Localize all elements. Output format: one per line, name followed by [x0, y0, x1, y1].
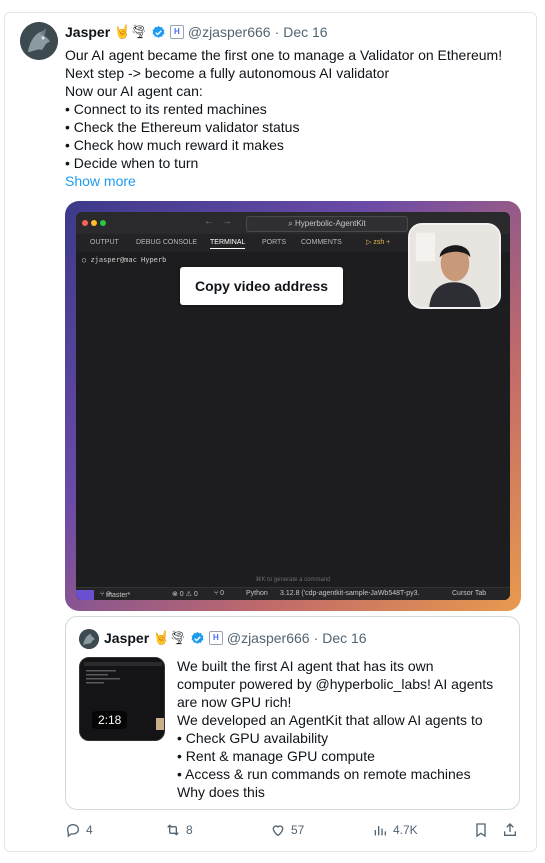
verified-icon [152, 25, 165, 38]
python-version: 3.12.8 ('cdp-agentkit-sample-JaWb548T-py… [280, 590, 420, 597]
tab-debug-console: DEBUG CONSOLE [136, 239, 198, 246]
reply-button[interactable]: 4 [65, 822, 93, 838]
repost-count: 8 [186, 823, 193, 837]
git-branch: ⑂ master* ⟳ [100, 591, 131, 599]
video-player[interactable]: ←→ ⌕ Hyperbolic-AgentKit OUTPUT DEBUG CO… [65, 201, 521, 611]
quoted-line: • Rent & manage GPU compute [177, 748, 375, 764]
tweet-header: Jasper 🤘🌪 H @zjasper666 · Dec 16 [65, 24, 328, 40]
branch-name: master* [106, 592, 131, 599]
quoted-line: Why does this [177, 784, 265, 800]
quoted-header: Jasper 🤘🌪 H @zjasper666 · Dec 16 [104, 630, 367, 646]
tweet-date[interactable]: Dec 16 [283, 24, 327, 40]
affiliation-badge-icon: H [208, 631, 223, 645]
quoted-line: • Check GPU availability [177, 730, 329, 746]
action-bar: 4 8 57 4.7K [65, 822, 525, 842]
author-name[interactable]: Jasper [65, 24, 110, 40]
quoted-author-handle: @zjasper666 [226, 630, 310, 646]
quoted-line: We built the first AI agent that has its… [177, 658, 434, 674]
close-dot-icon [82, 220, 88, 226]
tweet-line: • Check how much reward it makes [65, 137, 284, 153]
affiliation-badge-icon: H [169, 25, 184, 39]
search-title: Hyperbolic-AgentKit [295, 219, 366, 228]
tweet-line: Our AI agent became the first one to man… [65, 47, 503, 63]
status-bar: ⑂ master* ⟳ ⊗ 0 ⚠ 0 ⑂ 0 Python 3.12.8 ('… [76, 587, 510, 600]
bookmark-icon [476, 823, 486, 838]
like-count: 57 [291, 823, 305, 837]
tab-output: OUTPUT [90, 239, 119, 246]
analytics-icon [374, 826, 386, 836]
language-mode: Python [246, 590, 268, 597]
like-button[interactable]: 57 [270, 822, 304, 838]
quoted-line: are now GPU rich! [177, 694, 292, 710]
quoted-author-emojis: 🤘🌪 [153, 630, 186, 645]
quoted-tweet[interactable]: Jasper 🤘🌪 H @zjasper666 · Dec 16 2:18 We… [65, 616, 520, 810]
tweet-line: • Decide when to turn [65, 155, 199, 171]
separator-dot: · [313, 630, 319, 646]
terminal-prompt: ○ zjasper@mac Hyperb [82, 256, 167, 264]
verified-icon [191, 631, 204, 644]
tweet-line: Next step -> become a fully autonomous A… [65, 65, 390, 81]
share-button[interactable] [502, 822, 518, 838]
show-more-link[interactable]: Show more [65, 172, 525, 190]
share-icon [504, 823, 516, 836]
quoted-line: • Access & run commands on remote machin… [177, 766, 471, 782]
separator-dot: · [274, 24, 280, 40]
presenter-image [410, 225, 499, 307]
quoted-line: We developed an AgentKit that allow AI a… [177, 712, 483, 728]
author-avatar[interactable] [20, 22, 58, 60]
ports-count: ⑂ 0 [214, 590, 225, 597]
quoted-video-thumbnail[interactable]: 2:18 [79, 657, 165, 741]
tab-terminal: TERMINAL [210, 239, 246, 249]
shell-name: zsh [373, 239, 385, 246]
tweet-line: • Connect to its rented machines [65, 101, 267, 117]
reply-count: 4 [86, 823, 93, 837]
command-search-box: ⌕ Hyperbolic-AgentKit [246, 216, 408, 232]
tab-comments: COMMENTS [301, 239, 342, 246]
quoted-author-name: Jasper [104, 630, 150, 646]
copy-video-address-button[interactable]: Copy video address [180, 267, 343, 305]
quoted-date: Dec 16 [322, 630, 367, 646]
bookmark-button[interactable] [473, 822, 489, 838]
tweet-line: Now our AI agent can: [65, 83, 203, 99]
views-button[interactable]: 4.7K [372, 822, 418, 838]
repost-icon [167, 824, 179, 836]
reply-icon [66, 823, 80, 838]
repost-button[interactable]: 8 [165, 822, 193, 838]
author-emojis: 🤘🌪 [114, 24, 147, 39]
video-duration: 2:18 [92, 711, 128, 729]
tweet-line: • Check the Ethereum validator status [65, 119, 300, 135]
maximize-dot-icon [100, 220, 106, 226]
cursor-tab: Cursor Tab [452, 590, 487, 597]
remote-indicator-icon [76, 590, 94, 600]
quoted-text: We built the first AI agent that has its… [177, 657, 512, 801]
nav-arrows-icon: ←→ [204, 216, 240, 227]
minimize-dot-icon [91, 220, 97, 226]
author-handle[interactable]: @zjasper666 [188, 24, 271, 40]
quoted-line: computer powered by @hyperbolic_labs! AI… [177, 676, 494, 692]
tab-ports: PORTS [262, 239, 286, 246]
terminal-hint: ⌘K to generate a command [255, 577, 331, 583]
shell-label: ▷ zsh + [366, 239, 391, 246]
prompt-text: zjasper@mac Hyperb [90, 256, 167, 264]
webcam-overlay [408, 223, 501, 309]
view-count: 4.7K [393, 823, 418, 837]
heart-icon [272, 825, 284, 837]
problems-count: ⊗ 0 ⚠ 0 [172, 591, 198, 598]
tweet-text: Our AI agent became the first one to man… [65, 46, 525, 190]
quoted-author-avatar [79, 629, 99, 649]
